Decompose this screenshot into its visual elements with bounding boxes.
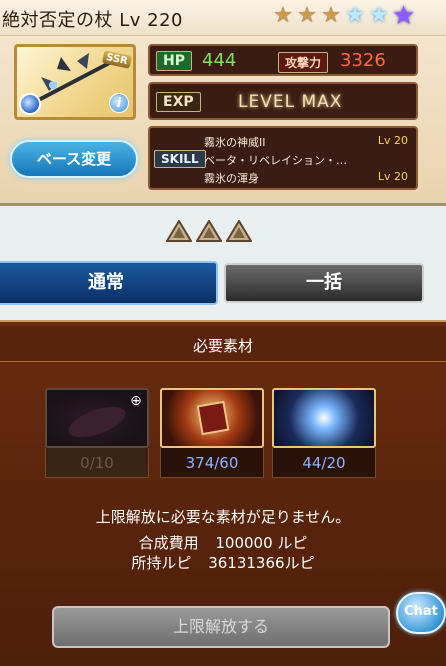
chat-button[interactable]: Chat (396, 592, 446, 634)
weapon-name: 絶対否定の杖 Lv 220 (2, 10, 183, 31)
insufficient-message: 上限解放に必要な素材が足りません。 (95, 508, 351, 526)
skill-item[interactable]: ベータ・リベレイション・… (204, 150, 412, 168)
weapon-image[interactable]: SSR i (14, 44, 136, 120)
skill-name: ベータ・リベレイション・… (204, 154, 347, 167)
material-card[interactable]: 44/20 (272, 388, 376, 482)
owned-label: 所持ルピ (131, 554, 192, 572)
hp-atk-row: HP 444 攻撃力 3326 (148, 44, 418, 76)
star-icon: ★ (345, 3, 365, 28)
material-count: 374/60 (160, 448, 264, 478)
hp-value: 444 (202, 50, 237, 71)
material-image (160, 388, 264, 448)
materials-title-bar: 必要素材 (0, 326, 446, 362)
atk-value: 3326 (340, 50, 386, 71)
weapon-title-bar: 絶対否定の杖 Lv 220 ★ ★ ★ ★ ★ ★ (0, 0, 446, 36)
materials-panel: 必要素材 ⊕ 0/10 374/60 44/20 上限解放に必要な素材が足りませ… (0, 320, 446, 666)
zoom-icon[interactable]: ⊕ (127, 392, 145, 410)
triangle-icon (165, 219, 193, 242)
limit-break-indicators (165, 219, 253, 242)
skill-list: 霧氷の神威II Lv 20 ベータ・リベレイション・… 霧氷の渾身 Lv 20 (204, 132, 412, 186)
skill-name: 霧氷の渾身 (204, 172, 259, 185)
skill-label: SKILL (154, 150, 206, 168)
material-card[interactable]: ⊕ 0/10 (45, 388, 149, 482)
change-base-button[interactable]: ベース変更 (10, 140, 138, 178)
owned-value: 36131366ルピ (208, 554, 315, 572)
cost-line: 合成費用 100000 ルピ (0, 532, 446, 553)
tab-normal[interactable]: 通常 (0, 261, 218, 305)
skill-level: Lv 20 (377, 170, 408, 183)
owned-line: 所持ルピ 36131366ルピ (0, 552, 446, 573)
triangle-icon (195, 219, 223, 242)
star-icon: ★ (273, 3, 293, 28)
skill-item[interactable]: 霧氷の渾身 Lv 20 (204, 168, 412, 186)
weapon-panel: 絶対否定の杖 Lv 220 ★ ★ ★ ★ ★ ★ SSR i HP 444 攻… (0, 0, 446, 206)
tab-bulk[interactable]: 一括 (224, 263, 424, 303)
water-element-icon (19, 93, 41, 115)
cost-label: 合成費用 (138, 534, 199, 552)
material-count: 44/20 (272, 448, 376, 478)
star-icon: ★ (297, 3, 317, 28)
level-max-text: LEVEL MAX (238, 92, 343, 112)
exp-label: EXP (156, 92, 201, 112)
atk-label: 攻撃力 (278, 52, 329, 73)
rarity-stars: ★ ★ ★ ★ ★ ★ (272, 1, 416, 31)
triangle-icon (225, 219, 253, 242)
material-image (272, 388, 376, 448)
star-icon: ★ (321, 3, 341, 28)
skill-item[interactable]: 霧氷の神威II Lv 20 (204, 132, 412, 150)
info-icon[interactable]: i (109, 93, 129, 113)
star-icon: ★ (392, 1, 416, 31)
star-icon: ★ (369, 3, 389, 28)
material-image: ⊕ (45, 388, 149, 448)
hp-label: HP (156, 51, 192, 71)
skill-level: Lv 20 (377, 134, 408, 147)
skill-name: 霧氷の神威II (204, 136, 266, 149)
limit-break-button[interactable]: 上限解放する (52, 606, 390, 648)
exp-row: EXP LEVEL MAX (148, 82, 418, 120)
material-count: 0/10 (45, 448, 149, 478)
materials-title: 必要素材 (192, 337, 253, 355)
skill-row: SKILL 霧氷の神威II Lv 20 ベータ・リベレイション・… 霧氷の渾身 … (148, 126, 418, 190)
material-card[interactable]: 374/60 (160, 388, 264, 482)
cost-value: 100000 ルピ (215, 534, 308, 552)
